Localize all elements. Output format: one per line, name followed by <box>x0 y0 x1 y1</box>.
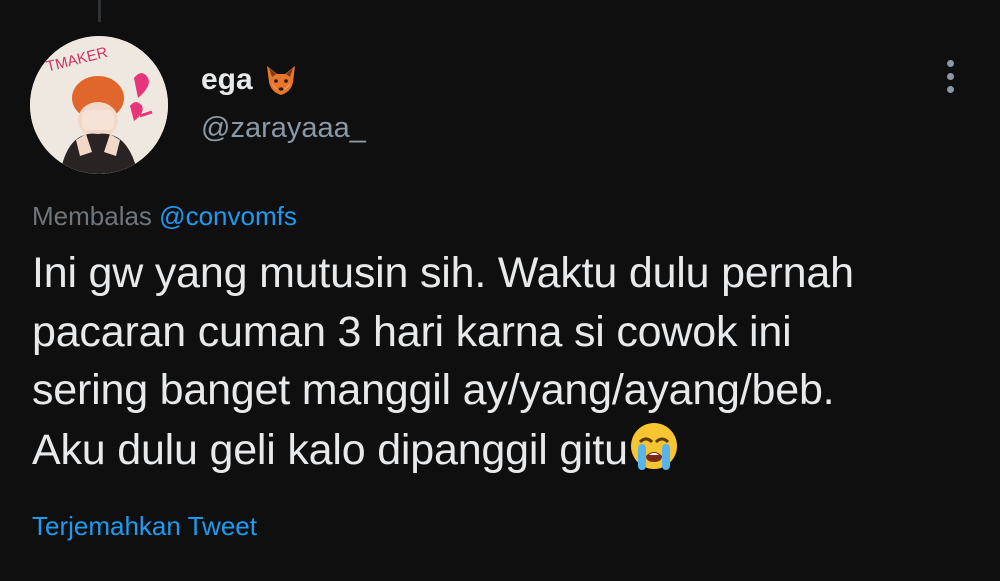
tweet-text-line-content: Aku dulu geli kalo dipanggil gitu <box>32 425 628 474</box>
author-handle[interactable]: @zarayaaa_ <box>201 112 366 145</box>
reply-mention-link[interactable]: @convomfs <box>159 201 297 231</box>
more-vertical-icon-dot-2 <box>946 72 954 80</box>
tweet-text-line-last: Aku dulu geli kalo dipanggil gitu <box>32 420 982 480</box>
more-vertical-icon-dot-3 <box>946 85 954 93</box>
display-name[interactable]: ega <box>201 63 253 97</box>
tweet-text-line: Ini gw yang mutusin sih. Waktu dulu pern… <box>32 249 854 297</box>
loudly-crying-face-icon <box>630 422 677 470</box>
avatar[interactable]: TMAKER <box>30 36 168 174</box>
tweet-text-line: sering banget manggil ay/yang/ayang/beb. <box>32 366 835 414</box>
fox-face-icon <box>266 66 295 95</box>
author-name-row[interactable]: ega <box>201 60 299 100</box>
tweet-text: Ini gw yang mutusin sih. Waktu dulu pern… <box>32 244 982 479</box>
avatar-image: TMAKER <box>30 36 168 174</box>
translate-tweet-link[interactable]: Terjemahkan Tweet <box>32 511 257 542</box>
tweet-text-line: pacaran cuman 3 hari karna si cowok ini <box>32 307 792 356</box>
more-options-button[interactable] <box>930 54 970 98</box>
reply-prefix: Membalas <box>32 201 152 231</box>
more-vertical-icon <box>946 59 954 67</box>
replying-to: Membalas @convomfs <box>32 201 297 232</box>
thread-connector-line <box>98 0 101 22</box>
